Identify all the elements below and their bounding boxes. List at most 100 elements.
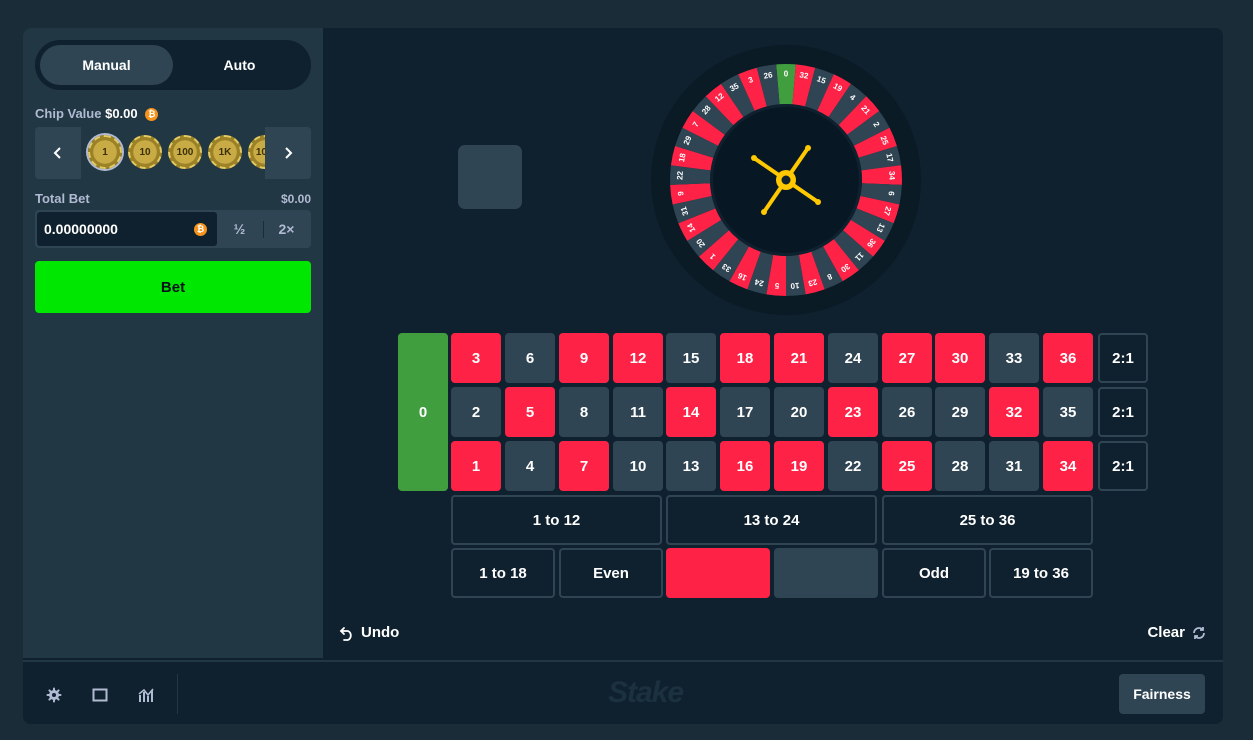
chip-value-amount: $0.00 bbox=[105, 106, 138, 121]
half-bet-button[interactable]: ½ bbox=[217, 212, 262, 246]
column-bet-1[interactable]: 2:1 bbox=[1098, 333, 1148, 383]
number-33[interactable]: 33 bbox=[989, 333, 1039, 383]
bet-19-to-36[interactable]: 19 to 36 bbox=[989, 548, 1093, 598]
number-13[interactable]: 13 bbox=[666, 441, 716, 491]
chip-next-button[interactable] bbox=[265, 127, 311, 179]
bitcoin-icon: ₿ bbox=[194, 223, 207, 236]
bet-red[interactable] bbox=[666, 548, 770, 598]
total-bet-label: Total Bet bbox=[35, 191, 90, 206]
wheel-number-22: 22 bbox=[675, 170, 684, 180]
chart-icon bbox=[138, 688, 154, 702]
clear-label: Clear bbox=[1147, 624, 1185, 641]
number-15[interactable]: 15 bbox=[666, 333, 716, 383]
square-icon bbox=[92, 688, 108, 702]
number-23[interactable]: 23 bbox=[828, 387, 878, 437]
number-26[interactable]: 26 bbox=[882, 387, 932, 437]
gear-icon bbox=[46, 687, 62, 703]
theatre-mode-button[interactable] bbox=[91, 686, 109, 704]
roulette-app: Manual Auto Chip Value $0.00 ₿ 1 10 100 … bbox=[23, 28, 1223, 724]
stake-logo: Stake bbox=[608, 676, 684, 709]
number-0[interactable]: 0 bbox=[398, 333, 448, 491]
number-1[interactable]: 1 bbox=[451, 441, 501, 491]
bet-amount-input[interactable]: 0.00000000 ₿ bbox=[37, 212, 217, 246]
bet-black[interactable] bbox=[774, 548, 878, 598]
bet-amount-group: 0.00000000 ₿ ½ 2× bbox=[35, 210, 311, 248]
bet-button[interactable]: Bet bbox=[35, 261, 311, 313]
number-2[interactable]: 2 bbox=[451, 387, 501, 437]
number-14[interactable]: 14 bbox=[666, 387, 716, 437]
undo-button[interactable]: Undo bbox=[339, 624, 399, 641]
chip-prev-button[interactable] bbox=[35, 127, 81, 179]
chip-100[interactable]: 100 bbox=[168, 135, 202, 169]
number-27[interactable]: 27 bbox=[882, 333, 932, 383]
number-22[interactable]: 22 bbox=[828, 441, 878, 491]
bet-even[interactable]: Even bbox=[559, 548, 663, 598]
number-11[interactable]: 11 bbox=[613, 387, 663, 437]
number-12[interactable]: 12 bbox=[613, 333, 663, 383]
chip-selector: 1 10 100 1K 10K bbox=[35, 127, 311, 179]
wheel-number-10: 10 bbox=[790, 281, 800, 291]
number-30[interactable]: 30 bbox=[935, 333, 985, 383]
chevron-left-icon bbox=[53, 147, 61, 159]
number-31[interactable]: 31 bbox=[989, 441, 1039, 491]
number-9[interactable]: 9 bbox=[559, 333, 609, 383]
number-3[interactable]: 3 bbox=[451, 333, 501, 383]
bet-1-to-18[interactable]: 1 to 18 bbox=[451, 548, 555, 598]
last-result-box bbox=[458, 145, 522, 209]
roulette-wheel: 0 32 1519421225173462713361130823105241633… bbox=[651, 45, 921, 315]
refresh-icon bbox=[1193, 626, 1205, 639]
chip-1[interactable]: 1 bbox=[88, 135, 122, 169]
column-bet-3[interactable]: 2:1 bbox=[1098, 441, 1148, 491]
stats-button[interactable] bbox=[137, 686, 155, 704]
number-28[interactable]: 28 bbox=[935, 441, 985, 491]
number-6[interactable]: 6 bbox=[505, 333, 555, 383]
dozen-25-36[interactable]: 25 to 36 bbox=[882, 495, 1093, 545]
undo-label: Undo bbox=[361, 624, 400, 641]
total-bet-usd: $0.00 bbox=[280, 192, 311, 206]
footer-divider bbox=[177, 674, 178, 714]
number-16[interactable]: 16 bbox=[720, 441, 770, 491]
tab-manual[interactable]: Manual bbox=[40, 45, 173, 85]
wheel-number-34: 34 bbox=[887, 171, 896, 181]
number-8[interactable]: 8 bbox=[559, 387, 609, 437]
footer-bar: Stake Fairness bbox=[23, 660, 1223, 724]
number-19[interactable]: 19 bbox=[774, 441, 824, 491]
number-24[interactable]: 24 bbox=[828, 333, 878, 383]
number-36[interactable]: 36 bbox=[1043, 333, 1093, 383]
dozen-1-12[interactable]: 1 to 12 bbox=[451, 495, 662, 545]
bet-sidebar: Manual Auto Chip Value $0.00 ₿ 1 10 100 … bbox=[23, 28, 323, 658]
chip-10k[interactable]: 10K bbox=[248, 135, 265, 169]
bet-amount-value: 0.00000000 bbox=[44, 221, 118, 237]
chevron-right-icon bbox=[285, 147, 293, 159]
clear-button[interactable]: Clear bbox=[1147, 624, 1207, 641]
undo-icon bbox=[339, 626, 352, 641]
mode-toggle: Manual Auto bbox=[35, 40, 311, 90]
number-4[interactable]: 4 bbox=[505, 441, 555, 491]
wheel-number-0: 0 bbox=[784, 70, 789, 79]
number-10[interactable]: 10 bbox=[613, 441, 663, 491]
chip-1k[interactable]: 1K bbox=[208, 135, 242, 169]
game-area: 0 32 15 19 4 21 2 25 17 34 6 27 13 36 11 30 8 23 10 5 24 16 33… bbox=[323, 28, 1223, 658]
bitcoin-icon: ₿ bbox=[145, 108, 159, 122]
number-20[interactable]: 20 bbox=[774, 387, 824, 437]
number-21[interactable]: 21 bbox=[774, 333, 824, 383]
number-32[interactable]: 32 bbox=[989, 387, 1039, 437]
number-35[interactable]: 35 bbox=[1043, 387, 1093, 437]
fairness-button[interactable]: Fairness bbox=[1119, 674, 1205, 714]
column-bet-2[interactable]: 2:1 bbox=[1098, 387, 1148, 437]
chip-10[interactable]: 10 bbox=[128, 135, 162, 169]
number-25[interactable]: 25 bbox=[882, 441, 932, 491]
number-29[interactable]: 29 bbox=[935, 387, 985, 437]
settings-button[interactable] bbox=[45, 686, 63, 704]
number-34[interactable]: 34 bbox=[1043, 441, 1093, 491]
chip-track: 1 10 100 1K 10K bbox=[81, 127, 265, 179]
number-5[interactable]: 5 bbox=[505, 387, 555, 437]
dozen-13-24[interactable]: 13 to 24 bbox=[666, 495, 877, 545]
number-17[interactable]: 17 bbox=[720, 387, 770, 437]
number-7[interactable]: 7 bbox=[559, 441, 609, 491]
tab-auto[interactable]: Auto bbox=[173, 45, 306, 85]
number-18[interactable]: 18 bbox=[720, 333, 770, 383]
double-bet-button[interactable]: 2× bbox=[264, 212, 309, 246]
chip-value-label: Chip Value $0.00 ₿ bbox=[35, 106, 159, 122]
bet-odd[interactable]: Odd bbox=[882, 548, 986, 598]
